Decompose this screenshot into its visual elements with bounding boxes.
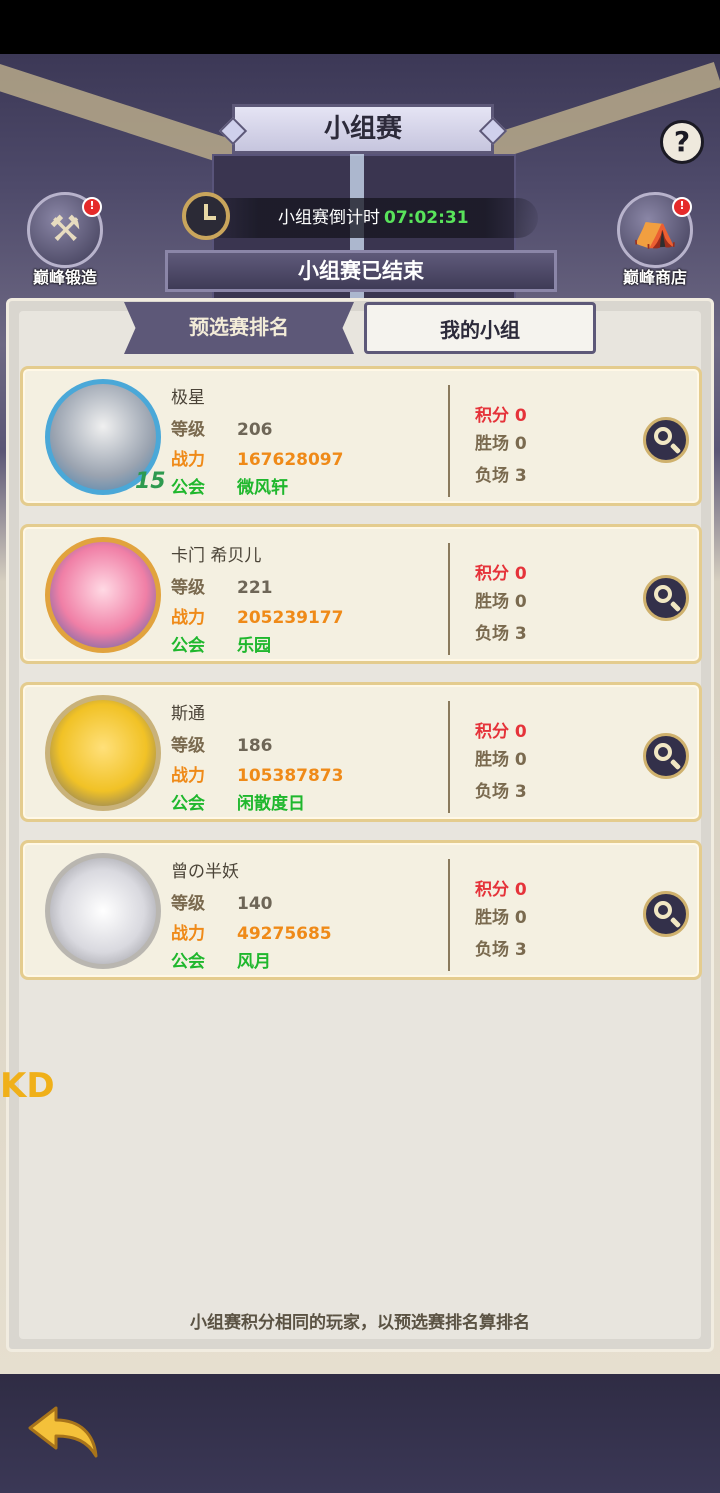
player-rank-badge: 15 xyxy=(135,469,166,494)
power-value: 49275685 xyxy=(237,924,332,944)
points-label: 积分 xyxy=(475,564,509,584)
level-value: 221 xyxy=(237,578,273,598)
power-label: 战力 xyxy=(171,766,205,786)
guild-value: 乐园 xyxy=(237,636,271,656)
points-label: 积分 xyxy=(475,722,509,742)
guild-label: 公会 xyxy=(171,952,205,972)
level-value: 186 xyxy=(237,736,273,756)
points-value: 0 xyxy=(514,564,527,584)
level-label: 等级 xyxy=(171,420,205,440)
player-avatar[interactable] xyxy=(45,537,161,653)
notification-badge: ! xyxy=(82,197,102,217)
player-avatar[interactable] xyxy=(45,695,161,811)
notification-badge: ! xyxy=(672,197,692,217)
divider xyxy=(448,385,450,497)
divider xyxy=(448,859,450,971)
shop-icon: ⛺! xyxy=(617,192,693,268)
losses-label: 负场 xyxy=(475,624,509,644)
bottom-bar xyxy=(0,1374,720,1493)
losses-value: 3 xyxy=(514,624,527,644)
level-label: 等级 xyxy=(171,578,205,598)
player-name: 曾の半妖 xyxy=(171,862,239,882)
wins-value: 0 xyxy=(514,592,527,612)
player-avatar[interactable] xyxy=(45,853,161,969)
guild-label: 公会 xyxy=(171,794,205,814)
level-label: 等级 xyxy=(171,736,205,756)
overlay-text: KD xyxy=(0,1066,55,1106)
losses-label: 负场 xyxy=(475,940,509,960)
divider xyxy=(448,543,450,655)
wins-label: 胜场 xyxy=(475,434,509,454)
countdown-bar: 小组赛倒计时 07:02:31 xyxy=(188,198,538,238)
wins-label: 胜场 xyxy=(475,592,509,612)
points-label: 积分 xyxy=(475,880,509,900)
divider xyxy=(448,701,450,813)
guild-label: 公会 xyxy=(171,478,205,498)
peak-forge-button[interactable]: ⚒! 巅峰锻造 xyxy=(22,192,108,288)
anvil-icon: ⚒! xyxy=(27,192,103,268)
magnifier-icon[interactable] xyxy=(643,733,689,779)
clock-icon xyxy=(182,192,230,240)
tab-prelim-ranking[interactable]: 预选赛排名 xyxy=(124,302,354,354)
player-card: 卡门 希贝儿 等级 221 战力 205239177 公会 乐园 积分 0 胜场 0 … xyxy=(20,524,702,664)
losses-label: 负场 xyxy=(475,466,509,486)
player-card: 曾の半妖 等级 140 战力 49275685 公会 风月 积分 0 胜场 0 负场 … xyxy=(20,840,702,980)
status-bar xyxy=(0,0,720,54)
magnifier-icon[interactable] xyxy=(643,575,689,621)
player-name: 极星 xyxy=(171,388,205,408)
points-label: 积分 xyxy=(475,406,509,426)
help-button[interactable]: ? xyxy=(660,120,704,164)
magnifier-icon[interactable] xyxy=(643,417,689,463)
player-name: 卡门 希贝儿 xyxy=(171,546,262,566)
power-value: 105387873 xyxy=(237,766,344,786)
losses-value: 3 xyxy=(514,782,527,802)
player-name: 斯通 xyxy=(171,704,205,724)
player-card: 斯通 等级 186 战力 105387873 公会 闲散度日 积分 0 胜场 0 负场… xyxy=(20,682,702,822)
guild-value: 闲散度日 xyxy=(237,794,305,814)
points-value: 0 xyxy=(514,880,527,900)
points-value: 0 xyxy=(514,722,527,742)
guild-label: 公会 xyxy=(171,636,205,656)
wins-label: 胜场 xyxy=(475,908,509,928)
level-value: 140 xyxy=(237,894,273,914)
points-value: 0 xyxy=(514,406,527,426)
tab-my-group[interactable]: 我的小组 xyxy=(364,302,596,354)
power-label: 战力 xyxy=(171,924,205,944)
player-card: 15 极星 等级 206 战力 167628097 公会 微风轩 积分 0 胜场 0 … xyxy=(20,366,702,506)
countdown-label: 小组赛倒计时 xyxy=(278,208,380,228)
wins-value: 0 xyxy=(514,750,527,770)
magnifier-icon[interactable] xyxy=(643,891,689,937)
peak-shop-button[interactable]: ⛺! 巅峰商店 xyxy=(612,192,698,288)
losses-value: 3 xyxy=(514,466,527,486)
back-arrow-icon[interactable] xyxy=(26,1400,106,1464)
guild-value: 微风轩 xyxy=(237,478,288,498)
power-label: 战力 xyxy=(171,450,205,470)
power-label: 战力 xyxy=(171,608,205,628)
power-value: 205239177 xyxy=(237,608,344,628)
losses-value: 3 xyxy=(514,940,527,960)
wins-value: 0 xyxy=(514,434,527,454)
ranking-note: 小组赛积分相同的玩家，以预选赛排名算排名 xyxy=(190,1313,530,1333)
page-title: 小组赛 xyxy=(232,104,494,154)
guild-value: 风月 xyxy=(237,952,271,972)
wins-label: 胜场 xyxy=(475,750,509,770)
losses-label: 负场 xyxy=(475,782,509,802)
status-banner: 小组赛已结束 xyxy=(165,250,557,292)
level-label: 等级 xyxy=(171,894,205,914)
power-value: 167628097 xyxy=(237,450,344,470)
countdown-value: 07:02:31 xyxy=(384,208,469,228)
level-value: 206 xyxy=(237,420,273,440)
wins-value: 0 xyxy=(514,908,527,928)
